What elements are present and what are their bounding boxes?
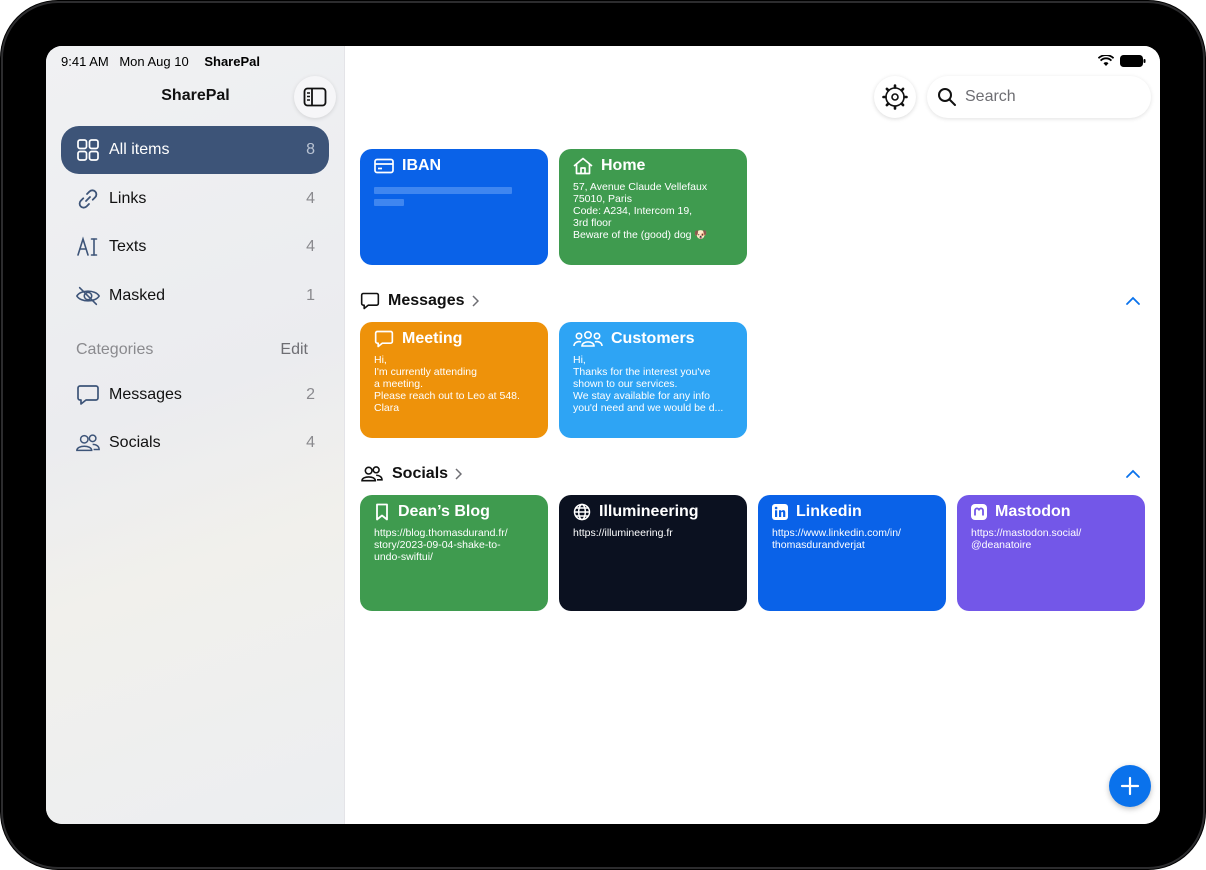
- settings-button[interactable]: [874, 76, 916, 118]
- card-meeting[interactable]: Meeting Hi, I'm currently attending a me…: [360, 322, 548, 438]
- card-title: Mastodon: [995, 503, 1071, 520]
- card-title: Home: [601, 157, 646, 174]
- sidebar-item-label: Links: [109, 190, 147, 207]
- add-item-button[interactable]: [1109, 765, 1151, 807]
- card-mastodon[interactable]: Mastodon https://mastodon.social/ @deana…: [957, 495, 1145, 611]
- search-icon: [938, 88, 956, 106]
- card-title: Dean’s Blog: [398, 503, 490, 520]
- card-body: Hi, Thanks for the interest you've shown…: [573, 354, 724, 414]
- sidebar-item-texts[interactable]: Texts 4: [61, 223, 329, 271]
- edit-categories-button[interactable]: Edit: [280, 341, 308, 359]
- card-body: https://www.linkedin.com/in/ thomasduran…: [772, 527, 901, 551]
- sidebar-toggle-button[interactable]: [294, 76, 336, 118]
- sidebar-item-count: 4: [306, 190, 315, 207]
- sidebar-item-links[interactable]: Links 4: [61, 175, 329, 223]
- masked-content: [374, 187, 534, 206]
- collapse-socials-button[interactable]: [1124, 467, 1142, 481]
- status-date: Mon Aug 10: [119, 54, 189, 69]
- globe-icon: [573, 503, 591, 521]
- card-title: Customers: [611, 330, 695, 347]
- card-title: Meeting: [402, 330, 463, 347]
- gear-icon: [882, 84, 908, 110]
- status-time: 9:41 AM: [61, 54, 109, 69]
- plus-icon: [1120, 776, 1140, 796]
- message-bubble-icon: [360, 292, 380, 310]
- wifi-icon: [1098, 55, 1114, 66]
- status-app-name: SharePal: [204, 54, 260, 69]
- card-home[interactable]: Home 57, Avenue Claude Vellefaux 75010, …: [559, 149, 747, 265]
- credit-card-icon: [374, 158, 394, 174]
- card-body: https://illumineering.fr: [573, 527, 673, 539]
- chevron-right-icon: [471, 295, 479, 307]
- status-bar-left: 9:41 AM Mon Aug 10 SharePal: [61, 54, 267, 69]
- message-bubble-icon: [374, 330, 394, 348]
- search-field[interactable]: [927, 76, 1151, 118]
- sidebar-item-socials[interactable]: Socials 4: [61, 419, 329, 467]
- sidebar-item-all-items[interactable]: All items 8: [61, 126, 329, 174]
- sidebar-item-count: 4: [306, 434, 315, 451]
- sidebar-icon: [303, 87, 327, 107]
- section-title: Socials: [392, 465, 449, 482]
- message-bubble-icon: [75, 382, 101, 408]
- search-input[interactable]: [965, 88, 1135, 106]
- card-deans-blog[interactable]: Dean’s Blog https://blog.thomasdurand.fr…: [360, 495, 548, 611]
- categories-header: Categories Edit: [76, 341, 308, 359]
- main-content: IBAN Home 57, Avenue Claude Vellefaux 75…: [345, 46, 1160, 824]
- section-header-socials[interactable]: Socials: [360, 464, 463, 484]
- sidebar-item-label: Socials: [109, 434, 161, 451]
- card-illumineering[interactable]: Illumineering https://illumineering.fr: [559, 495, 747, 611]
- people-icon: [75, 430, 101, 456]
- card-body: https://blog.thomasdurand.fr/ story/2023…: [374, 527, 508, 563]
- sidebar: 9:41 AM Mon Aug 10 SharePal SharePal All…: [46, 46, 345, 824]
- card-body: Hi, I'm currently attending a meeting. P…: [374, 354, 520, 414]
- card-title: Linkedin: [796, 503, 862, 520]
- sidebar-item-count: 1: [306, 287, 315, 304]
- linkedin-icon: [772, 504, 788, 520]
- battery-icon: [1120, 55, 1146, 67]
- section-header-messages[interactable]: Messages: [360, 291, 479, 311]
- link-icon: [75, 186, 101, 212]
- card-customers[interactable]: Customers Hi, Thanks for the interest yo…: [559, 322, 747, 438]
- chevron-right-icon: [455, 468, 463, 480]
- card-body: https://mastodon.social/ @deanatoire: [971, 527, 1082, 551]
- mastodon-icon: [971, 504, 987, 520]
- card-title: Illumineering: [599, 503, 699, 520]
- card-title: IBAN: [402, 157, 442, 174]
- screen: 9:41 AM Mon Aug 10 SharePal SharePal All…: [46, 46, 1160, 824]
- sidebar-item-count: 2: [306, 386, 315, 403]
- status-bar-right: [1098, 55, 1146, 67]
- card-body: 57, Avenue Claude Vellefaux 75010, Paris…: [573, 181, 708, 241]
- card-linkedin[interactable]: Linkedin https://www.linkedin.com/in/ th…: [758, 495, 946, 611]
- categories-label: Categories: [76, 341, 154, 358]
- people-group-icon: [573, 330, 603, 347]
- sidebar-item-messages[interactable]: Messages 2: [61, 371, 329, 419]
- text-cursor-icon: [75, 234, 101, 260]
- bookmark-icon: [376, 503, 388, 521]
- card-iban[interactable]: IBAN: [360, 149, 548, 265]
- sidebar-item-label: Masked: [109, 287, 166, 304]
- collapse-messages-button[interactable]: [1124, 294, 1142, 308]
- grid-icon: [75, 137, 101, 163]
- sidebar-item-count: 8: [306, 141, 315, 158]
- eye-slash-icon: [75, 283, 101, 309]
- sidebar-item-label: All items: [109, 141, 170, 158]
- section-title: Messages: [388, 292, 465, 309]
- sidebar-item-count: 4: [306, 238, 315, 255]
- sidebar-item-label: Texts: [109, 238, 147, 255]
- sidebar-item-masked[interactable]: Masked 1: [61, 272, 329, 320]
- sidebar-item-label: Messages: [109, 386, 182, 403]
- people-icon: [361, 466, 383, 482]
- house-icon: [573, 157, 593, 175]
